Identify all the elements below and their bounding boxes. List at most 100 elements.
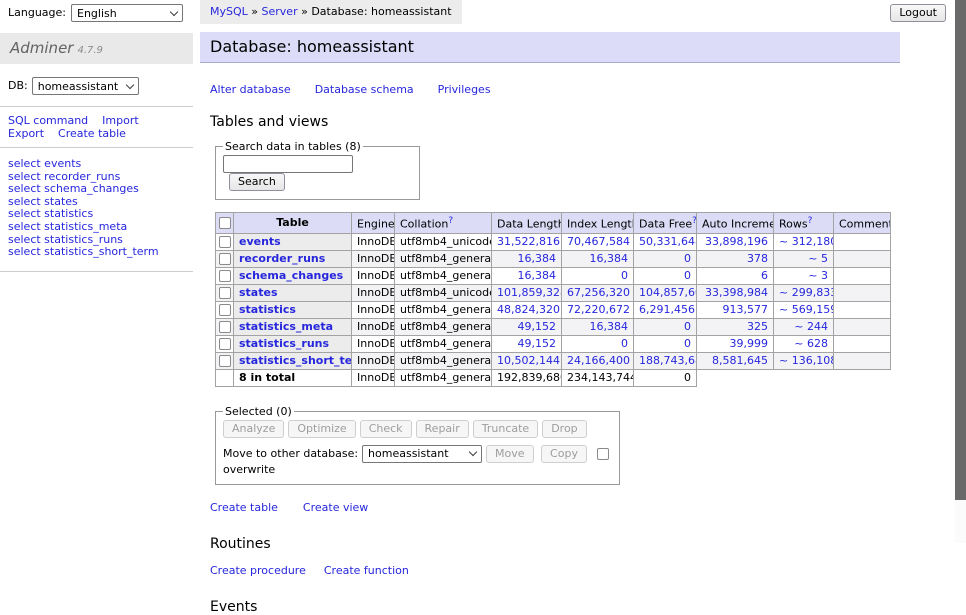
alter-database-link[interactable]: Alter database [210, 83, 291, 96]
sidebar-select-link[interactable]: select statistics_meta [8, 221, 193, 234]
data_free-cell: 0 [634, 267, 697, 284]
check-button[interactable]: Check [360, 420, 412, 438]
table-name-link[interactable]: schema_changes [239, 269, 343, 282]
table-name-link[interactable]: recorder_runs [239, 252, 325, 265]
data-length-link[interactable]: 10,502,144 [497, 354, 560, 367]
data-length-link[interactable]: 31,522,816 [497, 235, 560, 248]
data-free-link[interactable]: 0 [684, 269, 691, 282]
data-free-link[interactable]: 0 [684, 320, 691, 333]
create-procedure-link[interactable]: Create procedure [210, 564, 306, 577]
auto-increment-link[interactable]: 33,898,196 [705, 235, 768, 248]
data-length-link[interactable]: 49,152 [518, 320, 557, 333]
index-length-link[interactable]: 16,384 [590, 320, 629, 333]
column-help-link[interactable]: ? [808, 216, 813, 226]
index-length-link[interactable]: 72,220,672 [567, 303, 630, 316]
column-help-link[interactable]: ? [448, 216, 453, 226]
table-name-link[interactable]: statistics [239, 303, 296, 316]
index-length-link[interactable]: 67,256,320 [567, 286, 630, 299]
truncate-button[interactable]: Truncate [473, 420, 538, 438]
row-checkbox[interactable] [219, 355, 231, 367]
privileges-link[interactable]: Privileges [438, 83, 491, 96]
data-length-link[interactable]: 16,384 [518, 269, 557, 282]
auto_increment-cell: 378 [697, 250, 774, 267]
rows-link[interactable]: ~ 136,108 [779, 354, 834, 367]
analyze-button[interactable]: Analyze [223, 420, 284, 438]
row-checkbox[interactable] [219, 236, 231, 248]
search-input[interactable] [223, 155, 353, 173]
auto-increment-link[interactable]: 378 [747, 252, 768, 265]
data-free-link[interactable]: 188,743,680 [639, 354, 697, 367]
index-length-link[interactable]: 24,166,400 [567, 354, 630, 367]
search-button[interactable]: Search [229, 173, 285, 191]
row-checkbox[interactable] [219, 321, 231, 333]
vertical-scrollbar[interactable] [955, 0, 966, 543]
sidebar-link-create-table[interactable]: Create table [58, 127, 126, 140]
data-free-link[interactable]: 0 [684, 337, 691, 350]
data-free-link[interactable]: 6,291,456 [639, 303, 695, 316]
rows-cell: ~ 3 [774, 267, 834, 284]
data-free-link[interactable]: 50,331,648 [639, 235, 697, 248]
move-database-select[interactable]: homeassistant [362, 445, 482, 463]
language-select[interactable]: English [71, 4, 183, 22]
row-checkbox[interactable] [219, 270, 231, 282]
index-length-link[interactable]: 0 [621, 337, 628, 350]
breadcrumb-mysql-link[interactable]: MySQL [210, 5, 248, 18]
sidebar-select-link[interactable]: select statistics_short_term [8, 246, 193, 259]
db-select[interactable]: homeassistant [32, 77, 139, 95]
scrollbar-thumb[interactable] [955, 0, 966, 500]
data-length-link[interactable]: 48,824,320 [497, 303, 560, 316]
column-header: Comment? [834, 213, 891, 234]
auto-increment-link[interactable]: 6 [761, 269, 768, 282]
row-checkbox[interactable] [219, 287, 231, 299]
index-length-link[interactable]: 70,467,584 [567, 235, 630, 248]
sidebar-link-sql-command[interactable]: SQL command [8, 114, 88, 127]
optimize-button[interactable]: Optimize [288, 420, 355, 438]
column-help-link[interactable]: ? [692, 216, 696, 226]
rows-link[interactable]: ~ 3 [808, 269, 828, 282]
total-data-length-cell: 192,839,680 [492, 369, 562, 386]
table-name-link[interactable]: statistics_runs [239, 337, 329, 350]
data_free-cell: 50,331,648 [634, 233, 697, 250]
row-checkbox[interactable] [219, 253, 231, 265]
row-checkbox[interactable] [219, 304, 231, 316]
sidebar-link-import[interactable]: Import [102, 114, 139, 127]
index-length-link[interactable]: 16,384 [590, 252, 629, 265]
sidebar-link-export[interactable]: Export [8, 127, 44, 140]
data-free-link[interactable]: 0 [684, 252, 691, 265]
auto-increment-link[interactable]: 39,999 [730, 337, 769, 350]
sidebar-select-link[interactable]: select events [8, 158, 193, 171]
rows-link[interactable]: ~ 244 [794, 320, 828, 333]
repair-button[interactable]: Repair [416, 420, 469, 438]
breadcrumb-server-link[interactable]: Server [262, 5, 298, 18]
create-table-link[interactable]: Create table [210, 501, 278, 514]
auto-increment-link[interactable]: 33,398,984 [705, 286, 768, 299]
column-header: Data Free? [634, 213, 697, 234]
rows-link[interactable]: ~ 312,180 [779, 235, 834, 248]
auto-increment-link[interactable]: 325 [747, 320, 768, 333]
auto-increment-link[interactable]: 913,577 [723, 303, 769, 316]
rows-link[interactable]: ~ 569,159 [779, 303, 834, 316]
auto-increment-link[interactable]: 8,581,645 [712, 354, 768, 367]
data-free-link[interactable]: 104,857,600 [639, 286, 697, 299]
table-name-link[interactable]: states [239, 286, 278, 299]
copy-button[interactable]: Copy [541, 445, 587, 463]
overwrite-checkbox[interactable] [597, 448, 609, 460]
rows-link[interactable]: ~ 299,833 [779, 286, 834, 299]
create-view-link[interactable]: Create view [303, 501, 368, 514]
sidebar-select-link[interactable]: select schema_changes [8, 183, 193, 196]
data-length-link[interactable]: 16,384 [518, 252, 557, 265]
table-name-link[interactable]: statistics_short_term [239, 354, 352, 367]
index-length-link[interactable]: 0 [621, 269, 628, 282]
create-function-link[interactable]: Create function [324, 564, 409, 577]
drop-button[interactable]: Drop [542, 420, 586, 438]
select-all-checkbox[interactable] [219, 217, 231, 229]
data-length-link[interactable]: 101,859,328 [497, 286, 562, 299]
data-length-link[interactable]: 49,152 [518, 337, 557, 350]
table-name-link[interactable]: events [239, 235, 281, 248]
database-schema-link[interactable]: Database schema [315, 83, 414, 96]
move-button[interactable]: Move [486, 445, 534, 463]
table-name-link[interactable]: statistics_meta [239, 320, 333, 333]
row-checkbox[interactable] [219, 338, 231, 350]
rows-link[interactable]: ~ 628 [794, 337, 828, 350]
rows-link[interactable]: ~ 5 [808, 252, 828, 265]
